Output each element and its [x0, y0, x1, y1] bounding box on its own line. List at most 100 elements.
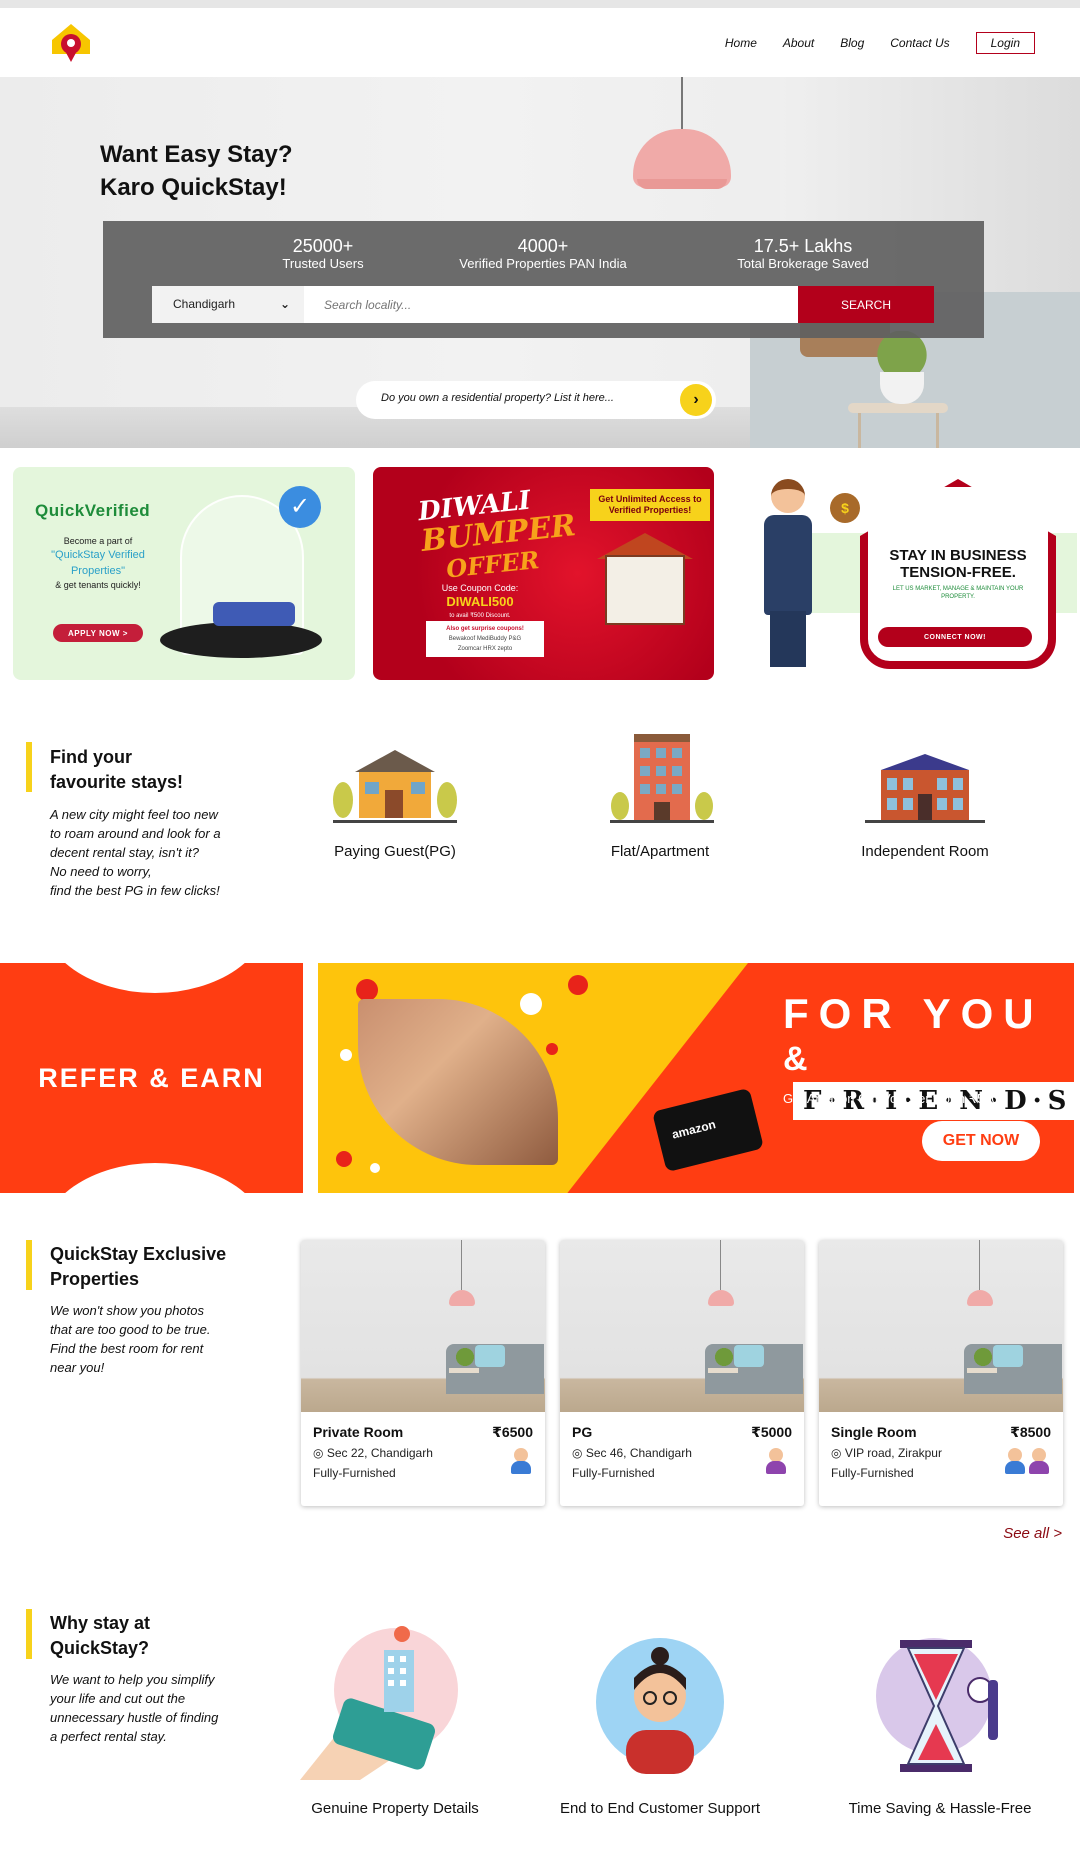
category-label: Independent Room: [861, 843, 989, 860]
money-bag-icon: $: [830, 493, 860, 523]
stat-verified-properties: 4000+ Verified Properties PAN India: [433, 236, 653, 272]
stat-number: 4000+: [517, 236, 569, 256]
decor-dot: [340, 1049, 352, 1061]
pendant-lamp-rim: [637, 179, 727, 189]
quickverified-title: QuickVerified: [35, 501, 151, 520]
quickstay-logo[interactable]: [50, 22, 92, 66]
list-property-text: Do you own a residential property? List …: [381, 392, 614, 404]
category-label: Flat/Apartment: [610, 843, 710, 860]
decor-dot: [568, 975, 588, 995]
category-label: Paying Guest(PG): [334, 843, 456, 860]
why-description-line: a perfect rental stay.: [50, 1729, 167, 1744]
stat-label: Verified Properties PAN India: [459, 256, 627, 271]
property-card[interactable]: PG ₹5000 ◎ Sec 46, Chandigarh Fully-Furn…: [560, 1240, 804, 1506]
category-independent-room[interactable]: Independent Room: [850, 734, 1000, 860]
businessman-legs-illustration: [770, 611, 806, 667]
ampersand-text: &: [783, 1040, 808, 1078]
feature-genuine-details: Genuine Property Details: [300, 1620, 490, 1820]
why-title-line2: QuickStay?: [50, 1638, 150, 1658]
property-location-text: VIP road, Zirakpur: [844, 1446, 942, 1460]
stays-title-line1: Find your: [50, 747, 132, 767]
independent-house-icon: [865, 754, 985, 823]
property-location-text: Sec 46, Chandigarh: [585, 1446, 692, 1460]
exclusive-description-line: that are too good to be true.: [50, 1322, 211, 1337]
banner-cutout-shape: [40, 1163, 270, 1193]
property-furnishing: Fully-Furnished: [572, 1466, 655, 1480]
banner-cutout-shape: [40, 963, 270, 993]
promo-business[interactable]: $ STAY IN BUSINESS TENSION-FREE. LET US …: [734, 467, 1077, 680]
couch-illustration: [213, 602, 295, 626]
stat-brokerage-saved: 17.5+ Lakhs Total Brokerage Saved: [703, 236, 903, 272]
photo-cushion: [475, 1345, 505, 1367]
pendant-lamp-cord: [681, 77, 683, 133]
property-price: ₹5000: [751, 1424, 792, 1440]
coupon-label: Use Coupon Code:: [441, 583, 519, 593]
promo-quickverified[interactable]: QuickVerified Become a part of "QuickSta…: [13, 467, 355, 680]
photo-table: [967, 1368, 997, 1373]
see-all-link[interactable]: See all >: [1003, 1525, 1062, 1542]
property-type: Private Room: [313, 1424, 404, 1440]
feature-label: Time Saving & Hassle-Free: [848, 1800, 1032, 1817]
side-table-leg: [936, 413, 939, 448]
category-flat-apartment[interactable]: Flat/Apartment: [585, 734, 735, 860]
feature-time-saving: Time Saving & Hassle-Free: [830, 1620, 1050, 1820]
search-button[interactable]: SEARCH: [798, 286, 934, 323]
refer-earn-banner[interactable]: REFER & EARN: [0, 963, 303, 1193]
refer-earn-text: REFER & EARN: [38, 1063, 265, 1093]
why-title: Why stay at QuickStay?: [50, 1611, 150, 1661]
stat-label: Total Brokerage Saved: [737, 256, 869, 271]
customer-support-agent-icon: [596, 1638, 724, 1774]
feature-label: End to End Customer Support: [559, 1800, 761, 1817]
property-location: ◎ Sec 46, Chandigarh: [572, 1446, 692, 1460]
promo-diwali-offer[interactable]: DIWALI BUMPER OFFER Get Unlimited Access…: [373, 467, 714, 680]
locality-search-input[interactable]: [304, 286, 798, 323]
property-card[interactable]: Private Room ₹6500 ◎ Sec 22, Chandigarh …: [301, 1240, 545, 1506]
feature-label: Genuine Property Details: [311, 1800, 479, 1817]
for-you-heading: FOR YOU: [783, 990, 1044, 1037]
quickverified-line2: & get tenants quickly!: [55, 580, 141, 590]
amazon-gift-card-image: amazon: [651, 1087, 765, 1173]
connect-now-button[interactable]: CONNECT NOW!: [878, 627, 1032, 647]
property-location: ◎ Sec 22, Chandigarh: [313, 1446, 433, 1460]
male-tenant-icon: [511, 1448, 531, 1474]
stays-title: Find your favourite stays!: [50, 745, 183, 795]
city-dropdown[interactable]: Chandigarh ⌄: [152, 286, 304, 323]
main-nav: Home About Blog Contact Us Login: [725, 32, 1035, 54]
decor-dot: [336, 1151, 352, 1167]
coupon-code: DIWALI500: [446, 594, 514, 609]
photo-lamp-cord: [720, 1240, 721, 1290]
brand-logo: P&G: [508, 636, 522, 642]
chevron-right-icon[interactable]: ›: [680, 384, 712, 416]
nav-contact-us[interactable]: Contact Us: [890, 36, 949, 50]
brand-logo: MediBuddy: [476, 636, 507, 642]
site-header: Home About Blog Contact Us Login: [0, 8, 1080, 77]
nav-home[interactable]: Home: [725, 36, 757, 50]
section-accent-bar: [26, 742, 32, 792]
gift-voucher-text: Get Amazon Gift Voucher worth ₹500!: [783, 1091, 1003, 1106]
quickverified-highlight: "QuickStay Verified Properties": [51, 549, 145, 577]
apartment-building-icon: [610, 734, 714, 823]
exclusive-title: QuickStay Exclusive Properties: [50, 1242, 226, 1292]
nav-about[interactable]: About: [783, 36, 814, 50]
male-tenant-icon: [1005, 1448, 1025, 1474]
list-property-prompt[interactable]: Do you own a residential property? List …: [356, 381, 716, 419]
property-furnishing: Fully-Furnished: [831, 1466, 914, 1480]
stays-title-line2: favourite stays!: [50, 772, 184, 792]
stays-description-line: No need to worry,: [50, 864, 152, 879]
nav-blog[interactable]: Blog: [840, 36, 864, 50]
apply-now-button[interactable]: APPLY NOW >: [53, 624, 143, 642]
decor-dot: [356, 979, 378, 1001]
exclusive-description-line: Find the best room for rent: [50, 1341, 204, 1356]
exclusive-description-line: We won't show you photos: [50, 1303, 204, 1318]
coupon-info: Use Coupon Code: DIWALI500 to avail ₹500…: [425, 582, 535, 622]
brand-logo: Bewakoof: [448, 636, 476, 642]
login-button[interactable]: Login: [975, 32, 1035, 54]
category-pg[interactable]: Paying Guest(PG): [320, 734, 470, 860]
photo-cushion: [993, 1345, 1023, 1367]
photo-cushion: [734, 1345, 764, 1367]
hero-title-line1: Want Easy Stay?: [100, 141, 293, 168]
get-now-button[interactable]: GET NOW: [922, 1121, 1040, 1161]
property-card[interactable]: Single Room ₹8500 ◎ VIP road, Zirakpur F…: [819, 1240, 1063, 1506]
brand-logo: Zoomcar: [457, 646, 482, 652]
side-table-image: [848, 403, 948, 413]
